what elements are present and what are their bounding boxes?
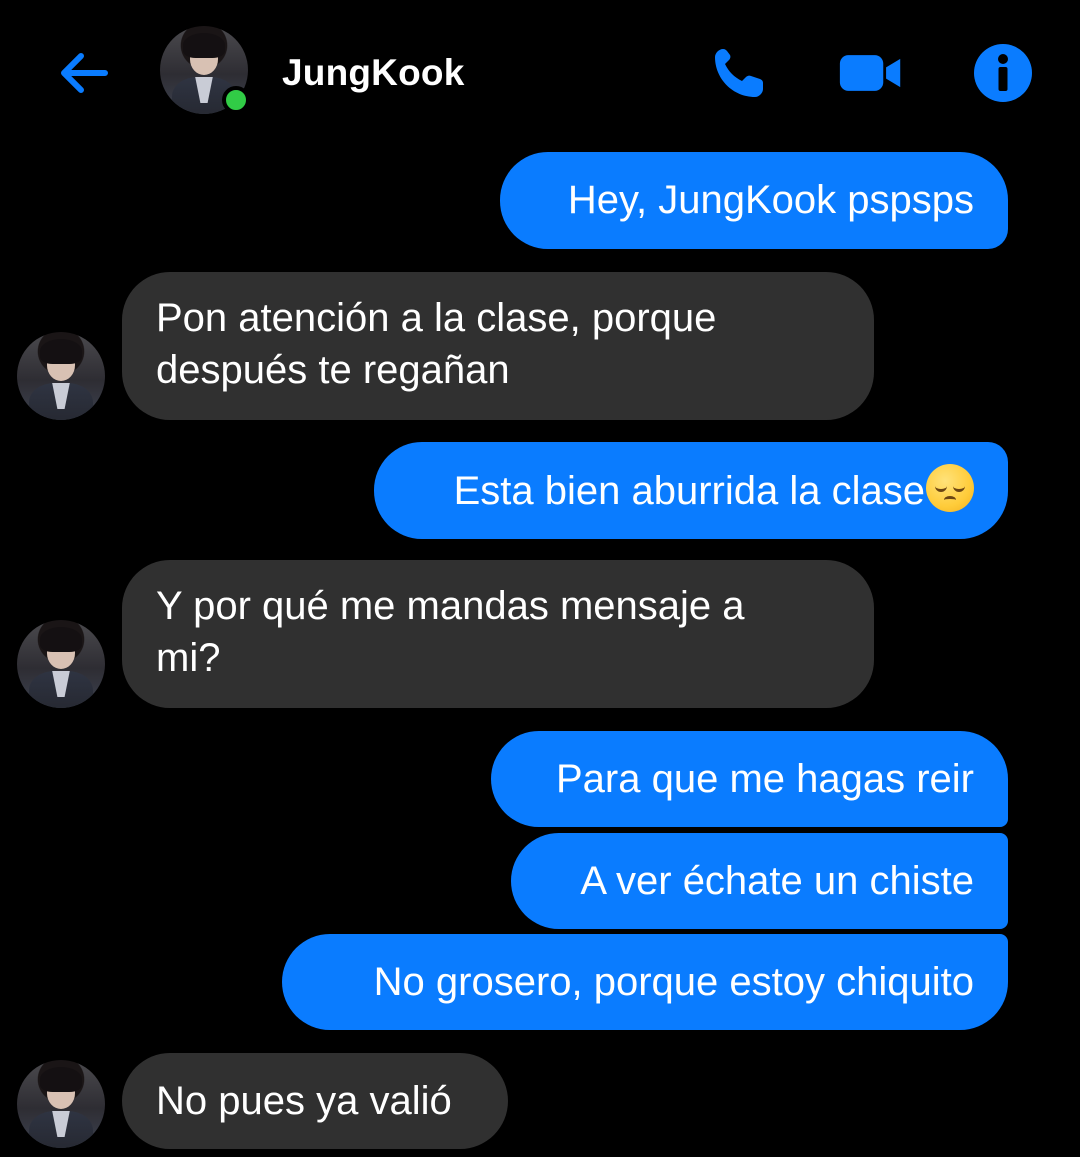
chat-header: JungKook	[0, 0, 1080, 145]
message-text-line: Pon atención a la clase, porque	[156, 296, 717, 340]
outgoing-message[interactable]: Esta bien aburrida la clase	[374, 442, 1008, 539]
avatar-image	[17, 620, 105, 708]
message-text: Esta bien aburrida la clase	[453, 469, 925, 513]
contact-avatar[interactable]	[160, 26, 250, 114]
message-text: A ver échate un chiste	[580, 859, 974, 903]
message-text-line: mi?	[156, 636, 221, 680]
contact-name[interactable]: JungKook	[282, 52, 464, 94]
message-text-line: Y por qué me mandas mensaje a	[156, 584, 745, 628]
arrow-left-icon	[61, 53, 108, 93]
info-icon	[974, 44, 1032, 102]
back-button[interactable]	[50, 40, 116, 106]
video-call-button[interactable]	[838, 40, 904, 106]
message-text: Para que me hagas reir	[555, 757, 974, 801]
outgoing-message[interactable]: A ver échate un chiste	[511, 833, 1008, 929]
online-status-indicator	[222, 86, 250, 114]
avatar-image	[17, 1060, 105, 1148]
contact-avatar-small[interactable]	[17, 332, 105, 420]
pensive-face-emoji	[926, 464, 974, 512]
message-text: No grosero, porque estoy chiquito	[373, 960, 974, 1004]
phone-icon	[715, 49, 763, 97]
message-text: No pues ya valió	[156, 1079, 452, 1123]
message-text-line: después te regañan	[156, 348, 510, 392]
contact-avatar-small[interactable]	[17, 620, 105, 708]
outgoing-message[interactable]: No grosero, porque estoy chiquito	[282, 934, 1008, 1030]
incoming-message[interactable]: Pon atención a la clase, porque después …	[122, 272, 874, 420]
contact-avatar-small[interactable]	[17, 1060, 105, 1148]
info-button[interactable]	[970, 40, 1036, 106]
message-text: Hey, JungKook pspsps	[567, 178, 974, 222]
incoming-message[interactable]: Y por qué me mandas mensaje a mi?	[122, 560, 874, 708]
outgoing-message[interactable]: Para que me hagas reir	[491, 731, 1008, 827]
video-camera-icon	[839, 55, 901, 91]
voice-call-button[interactable]	[706, 40, 772, 106]
outgoing-message[interactable]: Hey, JungKook pspsps	[500, 152, 1008, 249]
avatar-image	[17, 332, 105, 420]
incoming-message[interactable]: No pues ya valió	[122, 1053, 508, 1149]
